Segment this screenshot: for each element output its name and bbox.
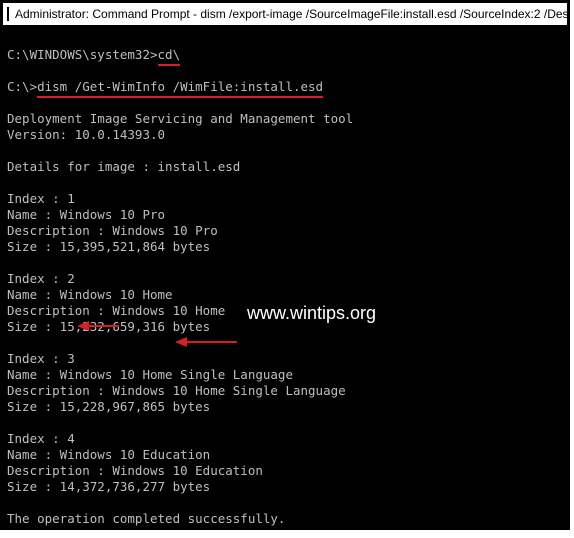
command-prompt-window: Administrator: Command Prompt - dism /ex…: [0, 0, 570, 530]
image-4-desc: Description : Windows 10 Education: [7, 463, 263, 478]
watermark-text: www.wintips.org: [247, 305, 376, 321]
cmd-cd: cd\: [158, 47, 181, 66]
prompt-line-2: C:\>dism /Get-WimInfo /WimFile:install.e…: [7, 79, 323, 98]
operation-complete: The operation completed successfully.: [7, 511, 285, 526]
details-line: Details for image : install.esd: [7, 159, 240, 174]
image-1-desc: Description : Windows 10 Pro: [7, 223, 218, 238]
cmd-icon: [7, 7, 9, 21]
image-2-size: Size : 15,232,659,316 bytes: [7, 319, 210, 334]
image-3-index: Index : 3: [7, 351, 75, 366]
image-2-name: Name : Windows 10 Home: [7, 287, 173, 302]
image-1-size: Size : 15,395,521,864 bytes: [7, 239, 210, 254]
image-4-index: Index : 4: [7, 431, 75, 446]
titlebar[interactable]: Administrator: Command Prompt - dism /ex…: [3, 3, 567, 25]
image-3-size: Size : 15,228,967,865 bytes: [7, 399, 210, 414]
image-1-index: Index : 1: [7, 191, 75, 206]
window-title: Administrator: Command Prompt - dism /ex…: [15, 7, 567, 21]
version-line: Version: 10.0.14393.0: [7, 127, 165, 142]
image-2-index: Index : 2: [7, 271, 75, 286]
image-2-desc: Description : Windows 10 Home: [7, 303, 225, 318]
image-1-name: Name : Windows 10 Pro: [7, 207, 165, 222]
console-area[interactable]: C:\WINDOWS\system32>cd\ C:\>dism /Get-Wi…: [3, 25, 567, 527]
image-4-size: Size : 14,372,736,277 bytes: [7, 479, 210, 494]
image-4-name: Name : Windows 10 Education: [7, 447, 210, 462]
cmd-dism: dism /Get-WimInfo /WimFile:install.esd: [37, 79, 323, 98]
image-3-name: Name : Windows 10 Home Single Language: [7, 367, 293, 382]
image-3-desc: Description : Windows 10 Home Single Lan…: [7, 383, 346, 398]
prompt-line-1: C:\WINDOWS\system32>cd\: [7, 47, 180, 66]
tool-header: Deployment Image Servicing and Managemen…: [7, 111, 353, 126]
